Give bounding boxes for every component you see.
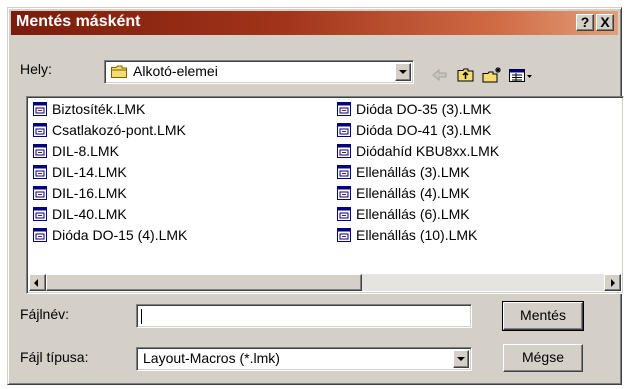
save-as-dialog: Mentés másként ? X Hely: Alkotó-elemei B… <box>7 7 624 385</box>
horizontal-scrollbar[interactable] <box>29 274 621 291</box>
file-name-label: DIL-16.LMK <box>52 185 127 201</box>
file-name-label: DIL-14.LMK <box>52 164 127 180</box>
lmk-file-icon <box>33 165 47 179</box>
filetype-dropdown-button[interactable] <box>453 350 469 368</box>
location-dropdown-button[interactable] <box>395 63 411 81</box>
file-list-item[interactable]: DIL-16.LMK <box>33 185 187 206</box>
file-name-label: DIL-8.LMK <box>52 143 119 159</box>
file-list-item[interactable]: Diódahíd KBU8xx.LMK <box>337 143 499 164</box>
file-list-item[interactable]: Dióda DO-41 (3).LMK <box>337 122 499 143</box>
file-list-item[interactable]: Ellenállás (6).LMK <box>337 206 499 227</box>
file-name-label: Dióda DO-35 (3).LMK <box>356 101 492 117</box>
lmk-file-icon <box>337 207 351 221</box>
filetype-combo[interactable]: Layout-Macros (*.lmk) <box>136 347 472 371</box>
window-title: Mentés másként <box>16 13 141 30</box>
filename-label: Fájlnév: <box>20 306 70 322</box>
file-name-label: DIL-40.LMK <box>52 206 127 222</box>
file-name-label: Csatlakozó-pont.LMK <box>52 122 186 138</box>
help-button[interactable]: ? <box>576 14 594 31</box>
location-combo[interactable]: Alkotó-elemei <box>104 60 414 84</box>
file-list-item[interactable]: Csatlakozó-pont.LMK <box>33 122 187 143</box>
file-name-label: Ellenállás (6).LMK <box>356 206 470 222</box>
file-name-label: Ellenállás (4).LMK <box>356 185 470 201</box>
file-name-label: Dióda DO-41 (3).LMK <box>356 122 492 138</box>
file-name-label: Dióda DO-15 (4).LMK <box>52 227 188 243</box>
up-one-level-icon[interactable] <box>456 66 476 84</box>
file-name-label: Ellenállás (10).LMK <box>356 227 478 243</box>
lmk-file-icon <box>33 123 47 137</box>
lmk-file-icon <box>337 186 351 200</box>
file-list-item[interactable]: DIL-8.LMK <box>33 143 187 164</box>
lmk-file-icon <box>33 228 47 242</box>
new-folder-icon[interactable] <box>482 66 502 84</box>
file-name-label: Biztosíték.LMK <box>52 101 146 117</box>
file-list-item[interactable]: Ellenállás (3).LMK <box>337 164 499 185</box>
location-value: Alkotó-elemei <box>133 63 218 79</box>
lmk-file-icon <box>337 123 351 137</box>
lmk-file-icon <box>33 186 47 200</box>
lmk-file-icon <box>337 144 351 158</box>
file-name-label: Ellenállás (3).LMK <box>356 164 470 180</box>
lmk-file-icon <box>337 102 351 116</box>
scroll-left-button[interactable] <box>29 274 46 291</box>
title-bar[interactable]: Mentés másként ? X <box>11 11 618 35</box>
file-list-item[interactable]: DIL-14.LMK <box>33 164 187 185</box>
file-list-item[interactable]: Dióda DO-15 (4).LMK <box>33 227 187 248</box>
location-label: Hely: <box>20 61 52 77</box>
lmk-file-icon <box>33 102 47 116</box>
filename-input[interactable] <box>136 304 472 328</box>
file-list[interactable]: Biztosíték.LMK Csatlakozó-pont.LMK DIL-8.L… <box>26 96 624 294</box>
file-list-item[interactable]: Dióda DO-35 (3).LMK <box>337 101 499 122</box>
view-menu-icon[interactable] <box>508 66 534 84</box>
filetype-label: Fájl típusa: <box>20 349 89 365</box>
file-list-column-2: Dióda DO-35 (3).LMK Dióda DO-41 (3).LMK Di… <box>337 101 499 248</box>
filetype-value: Layout-Macros (*.lmk) <box>143 350 280 366</box>
file-name-label: Diódahíd KBU8xx.LMK <box>356 143 500 159</box>
text-caret <box>141 309 142 324</box>
folder-icon <box>111 65 127 78</box>
file-list-column-1: Biztosíték.LMK Csatlakozó-pont.LMK DIL-8.L… <box>33 101 187 248</box>
lmk-file-icon <box>337 165 351 179</box>
file-list-item[interactable]: DIL-40.LMK <box>33 206 187 227</box>
file-list-item[interactable]: Biztosíték.LMK <box>33 101 187 122</box>
lmk-file-icon <box>337 228 351 242</box>
close-button[interactable]: X <box>596 14 614 31</box>
cancel-button[interactable]: Mégse <box>503 344 583 372</box>
lmk-file-icon <box>33 207 47 221</box>
file-list-item[interactable]: Ellenállás (10).LMK <box>337 227 499 248</box>
lmk-file-icon <box>33 144 47 158</box>
scroll-thumb[interactable] <box>46 274 362 291</box>
scroll-right-button[interactable] <box>604 274 621 291</box>
save-button[interactable]: Mentés <box>502 301 584 331</box>
file-list-item[interactable]: Ellenállás (4).LMK <box>337 185 499 206</box>
back-arrow-icon[interactable] <box>430 66 450 84</box>
